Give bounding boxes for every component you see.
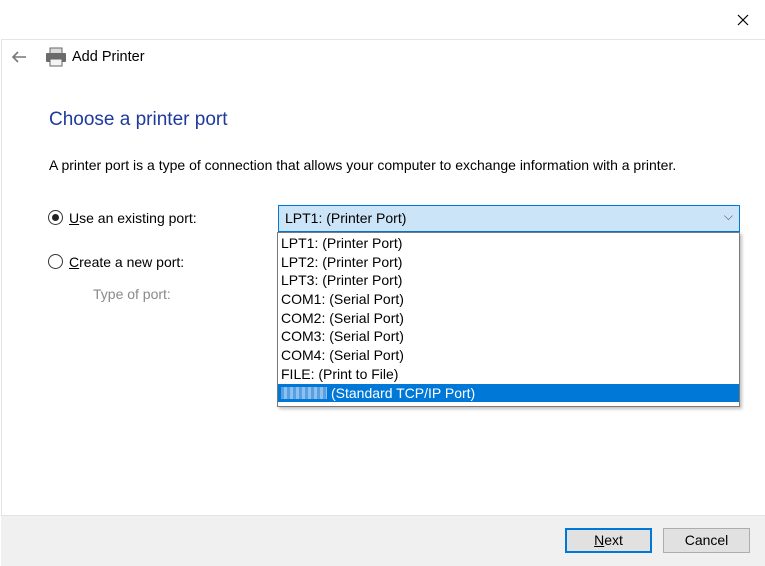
description: A printer port is a type of connection t… [49,157,677,173]
use-existing-port-radio[interactable] [48,210,63,225]
dropdown-value: LPT1: (Printer Port) [285,210,407,226]
cancel-button[interactable]: Cancel [663,528,750,553]
port-option[interactable]: COM1: (Serial Port) [278,290,739,309]
port-option[interactable]: COM2: (Serial Port) [278,309,739,328]
port-option[interactable]: LPT2: (Printer Port) [278,253,739,272]
port-option[interactable]: LPT1: (Printer Port) [278,234,739,253]
port-option[interactable]: COM4: (Serial Port) [278,346,739,365]
redacted-address [281,386,327,399]
existing-port-dropdown[interactable]: LPT1: (Printer Port) ⌵ [278,205,740,232]
back-button[interactable] [9,47,29,67]
close-icon [737,14,749,26]
back-arrow-icon [11,51,26,63]
port-option[interactable]: LPT3: (Printer Port) [278,271,739,290]
create-new-port-radio[interactable] [48,254,63,269]
chevron-down-icon: ⌵ [723,209,733,223]
window-title: Add Printer [72,49,145,65]
port-option-selected[interactable]: (Standard TCP/IP Port) [278,383,739,403]
page-heading: Choose a printer port [49,109,228,130]
port-option[interactable]: COM3: (Serial Port) [278,327,739,346]
use-existing-port-label[interactable]: Use an existing port: [69,210,197,226]
close-button[interactable] [733,10,753,30]
create-new-port-label[interactable]: Create a new port: [69,254,184,270]
type-of-port-label: Type of port: [93,286,171,302]
port-option-label: (Standard TCP/IP Port) [331,384,476,401]
next-button[interactable]: Next [565,528,652,553]
port-option[interactable]: FILE: (Print to File) [278,365,739,384]
printer-icon [45,47,67,67]
port-list[interactable]: LPT1: (Printer Port) LPT2: (Printer Port… [277,232,740,407]
